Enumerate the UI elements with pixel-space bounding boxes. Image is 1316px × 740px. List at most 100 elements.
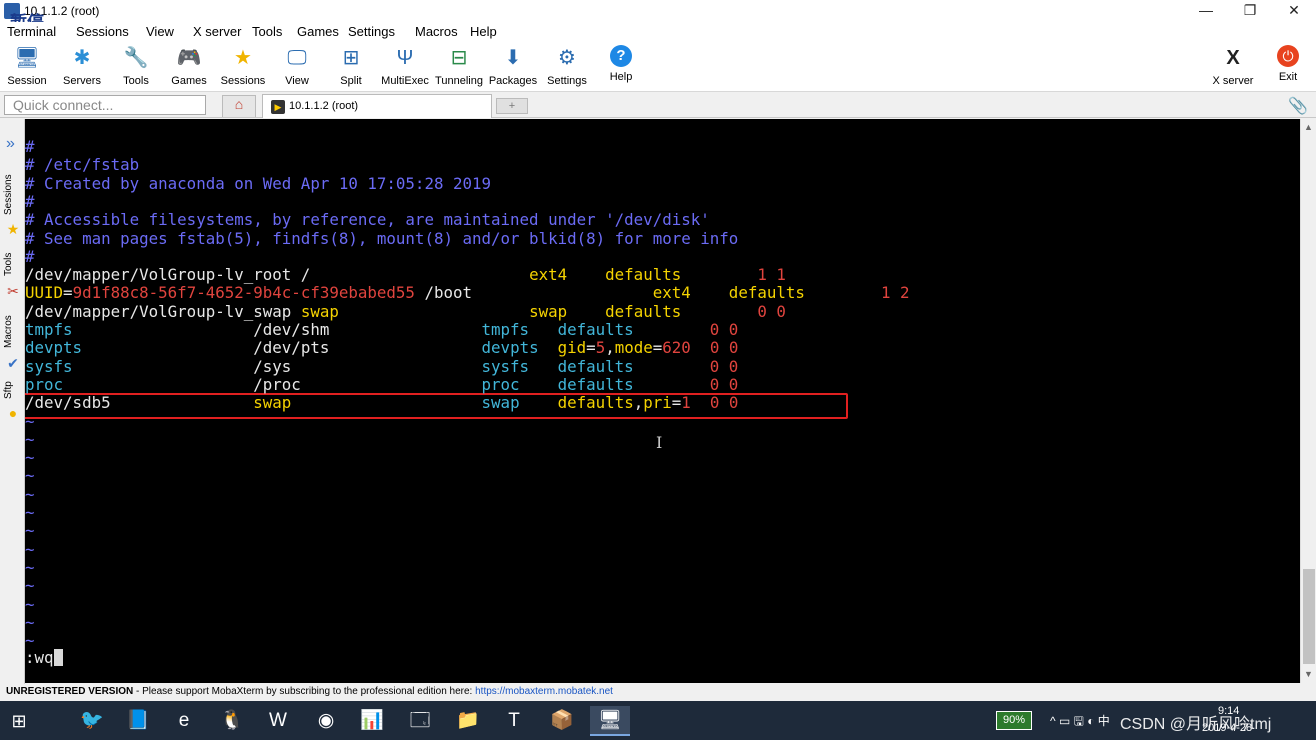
terminal-line: ~: [25, 485, 35, 504]
clock-date[interactable]: 2019-4-28: [1202, 722, 1252, 734]
toolbar-label: Settings: [547, 75, 587, 87]
quick-connect-input[interactable]: Quick connect...: [4, 95, 206, 115]
terminal-text-segment: =: [63, 283, 73, 303]
taskbar-explorer-icon[interactable]: 📁: [448, 706, 488, 736]
taskbar-app-10-icon[interactable]: T: [494, 706, 534, 736]
menu-tools[interactable]: Tools: [252, 24, 282, 39]
terminal-line: ~: [25, 632, 35, 650]
taskbar-app-1-icon[interactable]: 🐦: [72, 706, 112, 736]
battery-indicator[interactable]: 90%: [996, 711, 1032, 730]
scroll-up-icon[interactable]: ▲: [1304, 122, 1313, 132]
toolbar-session-button[interactable]: 🖥 Session: [0, 42, 54, 90]
tab-session-10-1-1-2[interactable]: ▶ 10.1.1.2 (root): [262, 94, 492, 118]
terminal-line: # /etc/fstab: [25, 156, 139, 174]
toolbar-servers-button[interactable]: ✱ Servers: [55, 42, 109, 90]
terminal-text-segment: # Created by anaconda on Wed Apr 10 17:0…: [25, 173, 492, 193]
sidebar-tab-macros[interactable]: Macros: [3, 311, 23, 353]
sessions-star-icon: ★: [234, 47, 252, 69]
taskbar-app-8-icon[interactable]: 🗔: [400, 706, 440, 736]
toolbar-multiexec-button[interactable]: Ψ MultiExec: [378, 42, 432, 90]
terminal-line: ~: [25, 449, 35, 467]
terminal-line: ~: [25, 522, 35, 540]
taskbar-app-2-icon[interactable]: 📘: [118, 706, 158, 736]
menu-macros[interactable]: Macros: [415, 24, 458, 39]
status-bar: UNREGISTERED VERSION - Please support Mo…: [0, 684, 1316, 701]
terminal-text-segment: ,: [605, 338, 615, 358]
terminal-line: ~: [25, 594, 35, 614]
sidebar-tab-sftp[interactable]: Sftp: [3, 377, 23, 403]
toolbar-tunneling-button[interactable]: ⊟ Tunneling: [432, 42, 486, 90]
settings-icon: ⚙: [558, 47, 576, 69]
toolbar-exit-button[interactable]: ⏻ Exit: [1261, 42, 1315, 90]
minimize-button[interactable]: —: [1184, 0, 1228, 22]
toolbar-label: Split: [340, 75, 362, 87]
terminal-text-segment: =: [586, 338, 596, 358]
toolbar-split-button[interactable]: ⊞ Split: [324, 42, 378, 90]
terminal-view[interactable]: :wq I # # /etc/fstab # Created by anaconda…: [25, 119, 1300, 683]
taskbar-mobaxterm-icon[interactable]: 🖥: [590, 706, 630, 736]
clock-time[interactable]: 9:14: [1218, 705, 1239, 717]
start-button[interactable]: ⊞: [8, 710, 30, 732]
menu-help[interactable]: Help: [470, 24, 497, 39]
tab-row: Quick connect... ⌂ ▶ 10.1.1.2 (root) + 📎: [0, 93, 1316, 118]
terminal-text-segment: ext4 defaults: [652, 283, 881, 303]
taskbar-chrome-icon[interactable]: ◉: [306, 706, 346, 736]
menu-games[interactable]: Games: [297, 24, 339, 39]
terminal-text-segment: 1: [681, 393, 691, 413]
toolbar-packages-button[interactable]: ⬇ Packages: [486, 42, 540, 90]
terminal-line: /dev/sdb5 swap swap defaults,pri=1 0 0: [25, 394, 738, 412]
toolbar: 🖥 Session ✱ Servers 🔧 Tools 🎮 Games ★ Sessions 🖵 Vi…: [0, 40, 1316, 92]
expand-sidebar-icon[interactable]: »: [6, 135, 15, 153]
sidebar-tab-sessions[interactable]: Sessions: [3, 171, 23, 219]
toolbar-view-button[interactable]: 🖵 View: [270, 42, 324, 90]
terminal-text-segment: ~: [25, 576, 35, 596]
toolbar-x-server-button[interactable]: X X server: [1206, 42, 1260, 90]
taskbar-app-4-icon[interactable]: 🐧: [212, 706, 252, 736]
terminal-text-segment: 0 0: [757, 301, 786, 321]
close-button[interactable]: ✕: [1272, 0, 1316, 22]
menu-terminal[interactable]: Terminal: [7, 24, 56, 39]
toolbar-tools-button[interactable]: 🔧 Tools: [109, 42, 163, 90]
terminal-line: ~: [25, 540, 35, 559]
sidebar-tab-tools[interactable]: Tools: [3, 247, 23, 281]
toolbar-sessions-button[interactable]: ★ Sessions: [216, 42, 270, 90]
vertical-scrollbar[interactable]: ▲ ▼: [1300, 119, 1316, 683]
toolbar-games-button[interactable]: 🎮 Games: [162, 42, 216, 90]
taskbar-word-icon[interactable]: W: [258, 706, 298, 736]
taskbar-edge-icon[interactable]: e: [164, 706, 204, 736]
terminal-text-segment: swap: [481, 393, 558, 413]
menu-xserver[interactable]: X server: [193, 24, 241, 39]
terminal-line: /dev/mapper/VolGroup-lv_swap swap swap d…: [25, 301, 786, 321]
text-cursor: [53, 649, 63, 666]
menu-sessions[interactable]: Sessions: [76, 24, 129, 39]
taskbar-app-7-icon[interactable]: 📊: [352, 706, 392, 736]
toolbar-label: Session: [7, 75, 47, 87]
terminal-text-segment: swap: [253, 393, 482, 413]
terminal-text-segment: =: [652, 338, 663, 358]
terminal-text-segment: UUID: [25, 283, 64, 303]
mobatek-link[interactable]: https://mobaxterm.mobatek.net: [475, 686, 613, 697]
attach-icon[interactable]: 📎: [1288, 96, 1308, 116]
scroll-down-icon[interactable]: ▼: [1304, 669, 1313, 679]
scroll-thumb[interactable]: [1303, 569, 1315, 664]
maximize-button[interactable]: ❐: [1228, 0, 1272, 22]
taskbar-app-11-icon[interactable]: 📦: [542, 706, 582, 736]
split-icon: ⊞: [342, 47, 360, 69]
terminal-line: ~: [25, 430, 35, 449]
system-tray-icons[interactable]: ^ ▭ 🖫 ◐ 中: [1050, 712, 1110, 733]
home-tab[interactable]: ⌂: [222, 95, 256, 117]
toolbar-settings-button[interactable]: ⚙ Settings: [540, 42, 594, 90]
menu-view[interactable]: View: [146, 24, 174, 39]
tools-side-icon: ✂: [7, 283, 19, 299]
menu-settings[interactable]: Settings: [348, 24, 395, 39]
windows-taskbar: ⊞ 90% ^ ▭ 🖫 ◐ 中 CSDN @月听风吟tmj 9:14 2019-…: [0, 701, 1316, 740]
terminal-text-segment: ~: [25, 594, 35, 614]
terminal-line: ~: [25, 504, 35, 522]
terminal-text-segment: tmpfs: [25, 320, 73, 339]
terminal-text-segment: # Accessible filesystems, by reference, …: [25, 210, 710, 230]
terminal-text-segment: #: [25, 246, 35, 266]
toolbar-help-button[interactable]: ? Help: [594, 42, 648, 90]
new-tab-button[interactable]: +: [496, 98, 528, 114]
